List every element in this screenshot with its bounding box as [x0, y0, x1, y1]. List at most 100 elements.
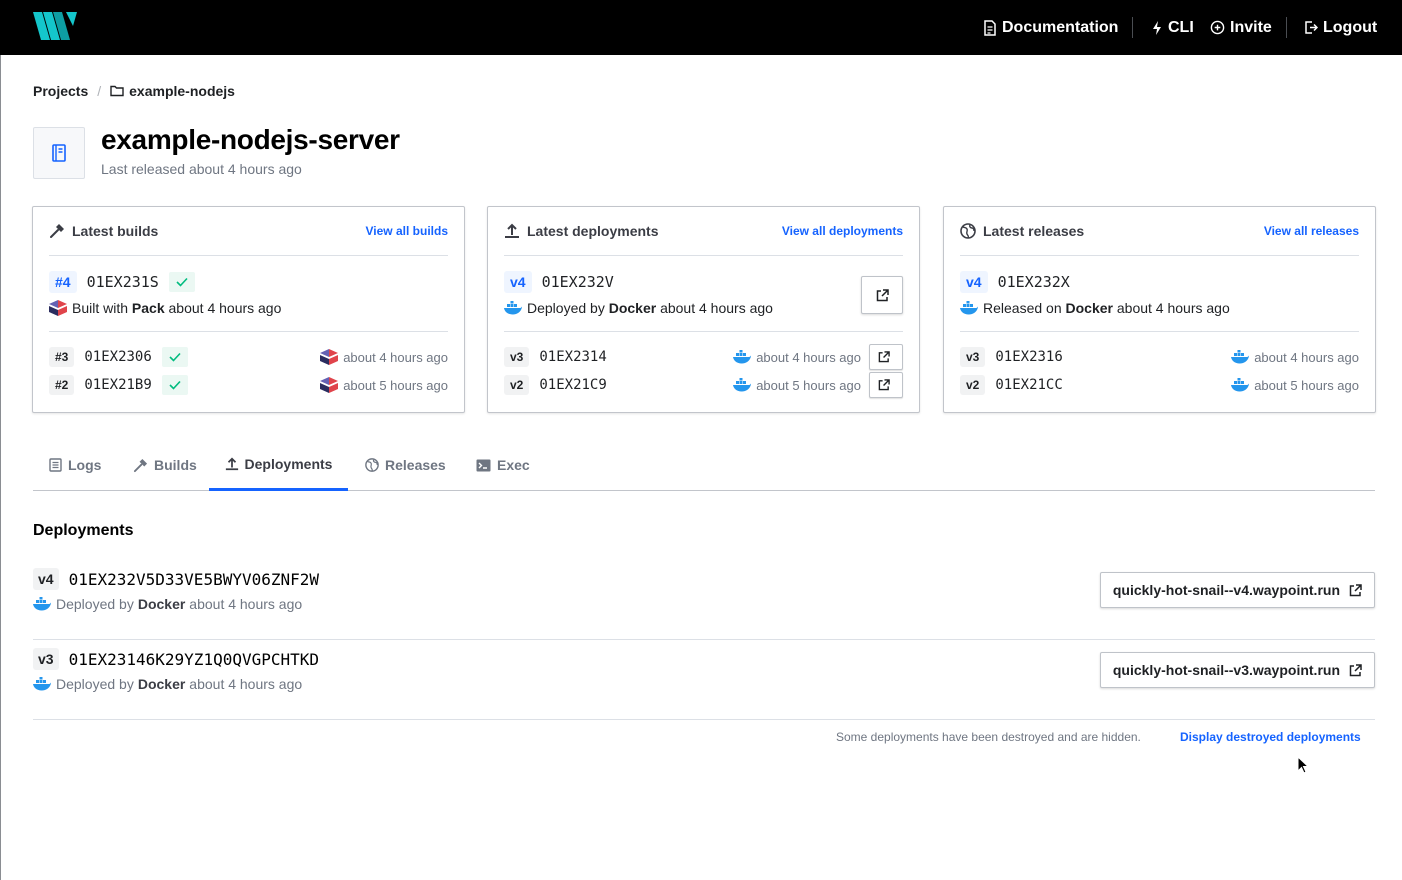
tab-builds[interactable]: Builds	[133, 440, 197, 490]
upload-icon	[225, 457, 238, 471]
waypoint-logo-icon[interactable]	[33, 12, 77, 40]
tab-exec[interactable]: Exec	[476, 440, 530, 490]
release-version-badge: v3	[960, 347, 986, 367]
section-heading: Deployments	[33, 522, 134, 539]
release-version-badge: v4	[960, 271, 988, 293]
release-tool-name: Docker	[1065, 300, 1113, 316]
release-time: about 4 hours ago	[1254, 349, 1359, 365]
deployment-row[interactable]: v3 01EX2314 about 4 hours ago	[504, 344, 903, 370]
tab-releases[interactable]: Releases	[365, 440, 446, 490]
tab-deployments[interactable]: Deployments	[209, 440, 348, 491]
latest-deployment-entry[interactable]: v4 01EX232V Deployed by Docker about 4 h…	[504, 256, 903, 332]
nav-cli-link[interactable]: CLI	[1151, 0, 1194, 55]
display-destroyed-deployments-link[interactable]: Display destroyed deployments	[1180, 730, 1361, 744]
deployment-version-badge: v3	[504, 347, 530, 367]
view-all-deployments-link[interactable]: View all deployments	[782, 224, 903, 238]
tab-bar: Logs Builds Deployments Releases Exec	[33, 440, 1375, 491]
release-time: about 5 hours ago	[1254, 377, 1359, 393]
external-link-icon	[876, 288, 889, 301]
deployment-url-button[interactable]: quickly-hot-snail--v4.waypoint.run	[1099, 572, 1375, 608]
build-tool-name: Pack	[131, 300, 165, 316]
card-header: Latest deployments View all deployments	[504, 207, 903, 256]
deployment-tool-name: Docker	[137, 596, 186, 612]
card-title-label: Latest deployments	[527, 223, 659, 239]
app-book-icon	[52, 144, 66, 162]
folder-icon	[110, 85, 124, 97]
open-deployment-button[interactable]	[861, 276, 903, 314]
card-title: Latest releases	[960, 223, 1084, 239]
deployment-desc-prefix: Deployed by	[56, 676, 134, 692]
release-row[interactable]: v3 01EX2316 about 4 hours ago	[960, 345, 1359, 369]
build-sequence-badge: #2	[49, 375, 75, 395]
top-navigation: Documentation CLI Invite Logout	[0, 0, 1402, 55]
build-id: 01EX231S	[86, 273, 159, 291]
breadcrumb: Projects / example-nodejs	[33, 82, 235, 100]
deployment-time: about 4 hours ago	[660, 300, 773, 316]
release-desc-prefix: Released on	[983, 300, 1062, 316]
success-check-icon	[161, 347, 188, 367]
build-row[interactable]: #2 01EX21B9 about 5 hours ago	[49, 373, 448, 397]
nav-divider	[1132, 17, 1133, 38]
latest-deployments-card: Latest deployments View all deployments …	[487, 206, 920, 413]
tab-logs[interactable]: Logs	[49, 440, 101, 490]
docker-icon	[733, 350, 752, 364]
application-icon	[33, 127, 85, 179]
nav-logout-label: Logout	[1323, 18, 1378, 36]
release-row[interactable]: v2 01EX21CC about 5 hours ago	[960, 373, 1359, 397]
nav-logout-link[interactable]: Logout	[1304, 0, 1377, 55]
deployment-list-item[interactable]: v4 01EX232V5D33VE5BWYV06ZNF2W Deployed b…	[33, 560, 1375, 640]
build-row[interactable]: #3 01EX2306 about 4 hours ago	[49, 345, 448, 369]
deployment-url: quickly-hot-snail--v4.waypoint.run	[1112, 582, 1340, 598]
build-sequence-badge: #3	[49, 347, 75, 367]
build-sequence-badge: #4	[49, 271, 77, 293]
deployment-time: about 5 hours ago	[756, 377, 861, 393]
deployment-time: about 4 hours ago	[756, 349, 861, 365]
external-link-icon	[1349, 583, 1362, 596]
open-deployment-button[interactable]	[869, 344, 903, 370]
nav-documentation-label: Documentation	[1002, 18, 1119, 36]
deployment-version-badge: v2	[504, 375, 530, 395]
deployment-row[interactable]: v2 01EX21C9 about 5 hours ago	[504, 372, 903, 398]
breadcrumb-separator: /	[97, 83, 102, 99]
breadcrumb-projects-link[interactable]: Projects	[33, 83, 88, 99]
deployment-time: about 4 hours ago	[189, 596, 303, 612]
deployment-time: about 4 hours ago	[189, 676, 303, 692]
breadcrumb-project-link[interactable]: example-nodejs	[110, 83, 235, 99]
deployment-desc-prefix: Deployed by	[527, 300, 605, 316]
deployment-version-badge: v3	[33, 648, 59, 670]
deployment-list-item[interactable]: v3 01EX23146K29YZ1Q0QVGPCHTKD Deployed b…	[33, 640, 1375, 720]
build-time: about 5 hours ago	[343, 377, 448, 393]
page-subtitle: Last released about 4 hours ago	[101, 161, 302, 177]
upload-icon	[505, 223, 519, 238]
nav-documentation-link[interactable]: Documentation	[983, 0, 1118, 55]
build-id: 01EX2306	[84, 349, 152, 365]
nav-invite-link[interactable]: Invite	[1210, 0, 1272, 55]
deployment-version-badge: v4	[33, 568, 59, 590]
open-deployment-button[interactable]	[869, 372, 903, 398]
latest-build-entry[interactable]: #4 01EX231S Built with Pack about 4 hour…	[49, 256, 448, 332]
docker-icon	[1231, 350, 1250, 364]
deployment-url-button[interactable]: quickly-hot-snail--v3.waypoint.run	[1099, 652, 1375, 688]
pack-icon	[49, 300, 67, 316]
view-all-releases-link[interactable]: View all releases	[1264, 224, 1359, 238]
nav-invite-label: Invite	[1230, 18, 1272, 36]
window-edge	[0, 0, 1, 880]
docker-icon	[33, 677, 51, 691]
success-check-icon	[168, 272, 195, 292]
card-header: Latest builds View all builds	[49, 207, 448, 256]
release-id: 01EX232X	[997, 273, 1070, 291]
deployment-tool-name: Docker	[137, 676, 186, 692]
card-title: Latest builds	[49, 223, 158, 239]
build-time: about 4 hours ago	[168, 300, 282, 316]
deployment-tool-name: Docker	[608, 300, 657, 316]
hammer-icon	[133, 458, 148, 472]
docker-icon	[960, 301, 978, 315]
pack-icon	[320, 377, 339, 393]
tab-label: Releases	[385, 457, 446, 473]
deployment-id: 01EX232V	[541, 273, 614, 291]
latest-release-entry[interactable]: v4 01EX232X Released on Docker about 4 h…	[960, 256, 1359, 332]
logout-icon	[1305, 21, 1318, 34]
deployment-version-badge: v4	[504, 271, 532, 293]
view-all-builds-link[interactable]: View all builds	[366, 224, 448, 238]
external-link-icon	[1349, 663, 1362, 676]
